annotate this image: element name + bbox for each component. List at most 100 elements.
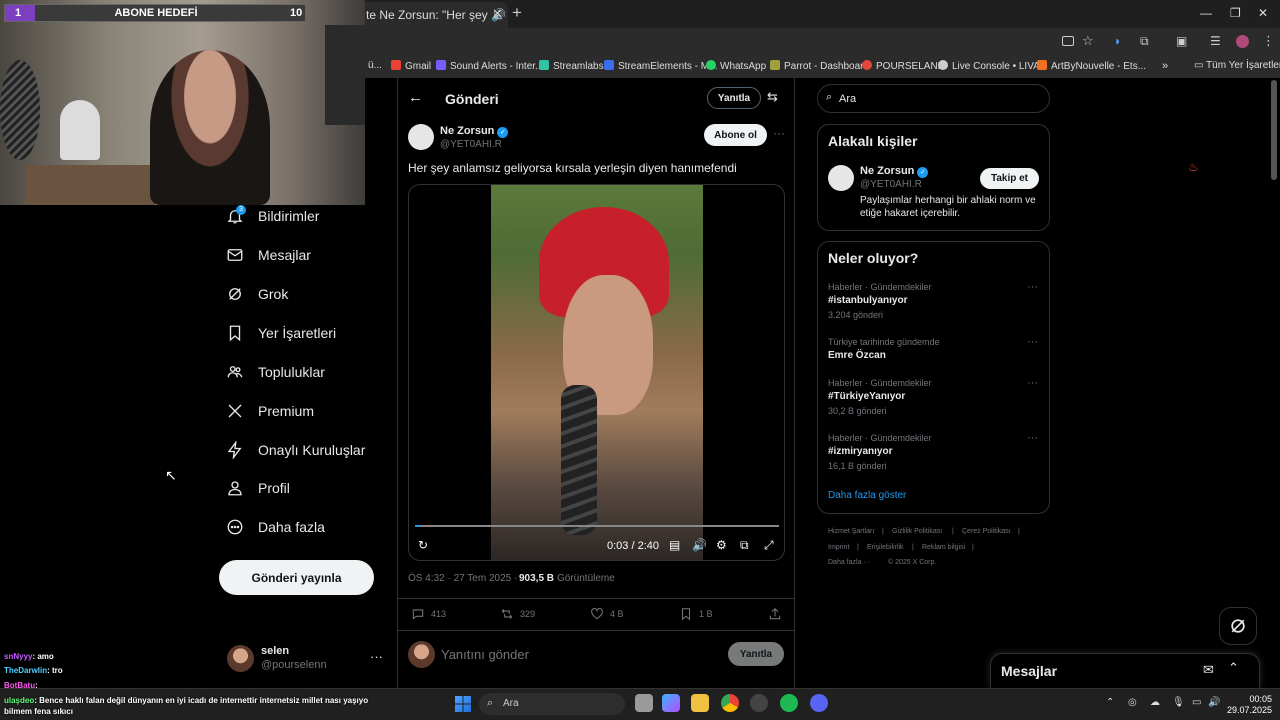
network-icon[interactable]: ▭ (1192, 697, 1201, 708)
nav-more[interactable]: Daha fazla (226, 512, 325, 542)
chrome-icon[interactable] (721, 694, 739, 712)
volume-icon[interactable]: 🔊 (692, 538, 707, 552)
bookmark-streamelements[interactable]: StreamElements - M... (604, 60, 717, 72)
nav-premium[interactable]: Premium (226, 396, 314, 426)
video-progress-bar[interactable] (415, 525, 779, 527)
show-more-link[interactable]: Daha fazla göster (828, 490, 906, 501)
clock-time[interactable]: 00:05 (1244, 694, 1272, 704)
profile-name[interactable]: selen (261, 645, 289, 657)
author-name[interactable]: Ne Zorsun ✓ (440, 125, 509, 138)
post-more-icon[interactable]: ··· (773, 126, 785, 140)
replay-icon[interactable]: ↻ (418, 538, 428, 552)
bookmark-parrot[interactable]: Parrot - Dashboard (770, 60, 869, 72)
subscribe-button[interactable]: Abone ol (704, 124, 767, 146)
related-name[interactable]: Ne Zorsun ✓ (860, 165, 929, 178)
all-bookmarks[interactable]: ▭ Tüm Yer İşaretleri (1194, 60, 1280, 71)
nav-grok[interactable]: Grok (226, 279, 288, 309)
trend-more-icon[interactable]: ··· (1027, 377, 1038, 389)
discord-icon[interactable] (810, 694, 828, 712)
bookmark-gmail[interactable]: Gmail (391, 60, 431, 72)
video-player[interactable]: ↻ 0:03 / 2:40 ▤ 🔊 ⚙ ⧉ ⤢ (408, 184, 785, 561)
repost-action[interactable]: 329 (500, 607, 535, 621)
nav-messages[interactable]: Mesajlar (226, 240, 311, 270)
bookmark-whatsapp[interactable]: WhatsApp (706, 60, 766, 72)
new-tab-icon[interactable]: + (512, 3, 522, 23)
profile-avatar-icon[interactable] (1236, 35, 1249, 48)
post-timestamp[interactable]: ÖS 4:32 · 27 Tem 2025 · (408, 573, 517, 584)
trend-more-icon[interactable]: ··· (1027, 432, 1038, 444)
trend-name[interactable]: #istanbulyanıyor (828, 295, 907, 306)
active-tab[interactable]: te Ne Zorsun: "Her şey 🔊 (356, 2, 508, 28)
author-avatar[interactable] (408, 124, 434, 150)
footer-link[interactable]: Çerez Politikası (962, 528, 1011, 535)
tray-chevron-icon[interactable]: ⌃ (1106, 697, 1114, 708)
reply-input[interactable]: Yanıtını gönder (441, 647, 529, 662)
grok-button[interactable] (1219, 607, 1257, 645)
tray-cloud-icon[interactable]: ☁ (1150, 697, 1160, 708)
bookmark-pourseland[interactable]: POURSELAND (862, 60, 945, 72)
avatar[interactable] (227, 645, 254, 672)
obs-icon[interactable] (750, 694, 768, 712)
bookmark-streamlabs[interactable]: Streamlabs (539, 60, 604, 72)
bookmark-livad[interactable]: Live Console • LIVAD (938, 60, 1047, 72)
expand-icon[interactable]: ⌃ (1228, 660, 1239, 676)
copilot-icon[interactable] (662, 694, 680, 712)
profile-more-icon[interactable]: ··· (370, 649, 383, 664)
install-icon[interactable] (1062, 36, 1074, 46)
captions-icon[interactable]: ▤ (669, 538, 680, 552)
new-message-icon[interactable]: ✉ (1203, 662, 1214, 678)
trend-name[interactable]: #izmiryanıyor (828, 446, 892, 457)
search-input[interactable]: Ara (817, 84, 1050, 113)
tray-app-icon[interactable]: ◎ (1128, 697, 1137, 708)
file-explorer-icon[interactable] (691, 694, 709, 712)
volume-icon[interactable]: 🔊 (1208, 697, 1220, 708)
taskbar-search[interactable]: Ara (479, 693, 625, 715)
bookmark-soundalerts[interactable]: Sound Alerts - Inter... (436, 60, 543, 72)
nav-verified-orgs[interactable]: Onaylı Kuruluşlar (226, 435, 365, 465)
post-button[interactable]: Gönderi yayınla (219, 560, 374, 595)
footer-link[interactable]: Gizlilik Politikası (892, 528, 942, 535)
back-arrow-icon[interactable]: ← (408, 89, 423, 106)
spotify-icon[interactable] (780, 694, 798, 712)
nav-bookmarks[interactable]: Yer İşaretleri (226, 318, 336, 348)
footer-link[interactable]: Daha fazla ··· (828, 559, 870, 566)
tab-close-icon[interactable]: ✕ (492, 6, 503, 22)
settings-sliders-icon[interactable]: ⇆ (767, 89, 778, 105)
footer-link[interactable]: Hizmet Şartları (828, 528, 874, 535)
window-close-icon[interactable]: ✕ (1258, 6, 1268, 20)
maximize-icon[interactable]: ❐ (1230, 6, 1241, 20)
microphone-icon[interactable]: 🎙 (1172, 697, 1185, 708)
minimize-icon[interactable]: — (1200, 6, 1212, 20)
bookmark-truncated[interactable]: ü... (368, 60, 382, 71)
footer-link[interactable]: Erişilebilirlik (867, 544, 904, 551)
bookmark-action[interactable]: 1 B (679, 607, 713, 621)
extension-icon[interactable]: ◗ (1114, 34, 1121, 48)
video-frame[interactable] (491, 185, 703, 560)
footer-link[interactable]: Reklam bilgisi (922, 544, 965, 551)
sidepanel-icon[interactable]: ▣ (1176, 34, 1187, 48)
reply-submit-button[interactable]: Yanıtla (728, 642, 784, 666)
task-view-icon[interactable] (635, 694, 653, 712)
picture-in-picture-icon[interactable]: ⧉ (740, 538, 749, 553)
puzzle-icon[interactable]: ⧉ (1140, 34, 1149, 49)
trend-more-icon[interactable]: ··· (1027, 336, 1038, 348)
star-icon[interactable]: ☆ (1082, 33, 1094, 49)
follow-button[interactable]: Takip et (980, 168, 1039, 189)
kebab-menu-icon[interactable]: ⋮ (1262, 33, 1275, 49)
bookmarks-overflow-icon[interactable]: » (1162, 60, 1168, 72)
reply-action[interactable]: 413 (411, 607, 446, 621)
page-scrollbar[interactable] (1271, 80, 1277, 180)
trend-name[interactable]: #TürkiyeYanıyor (828, 391, 905, 402)
trend-more-icon[interactable]: ··· (1027, 281, 1038, 293)
bookmark-artbynouvelle[interactable]: ArtByNouvelle - Ets... (1037, 60, 1146, 72)
share-action[interactable] (768, 607, 788, 621)
nav-profile[interactable]: Profil (226, 473, 290, 503)
nav-communities[interactable]: Topluluklar (226, 357, 325, 387)
footer-link[interactable]: Imprint (828, 544, 849, 551)
clock-date[interactable]: 29.07.2025 (1226, 705, 1272, 715)
settings-icon[interactable]: ⚙ (716, 538, 727, 552)
like-action[interactable]: 4 B (590, 607, 624, 621)
related-avatar[interactable] (828, 165, 854, 191)
reply-header-button[interactable]: Yanıtla (707, 87, 761, 109)
trend-name[interactable]: Emre Özcan (828, 350, 886, 361)
